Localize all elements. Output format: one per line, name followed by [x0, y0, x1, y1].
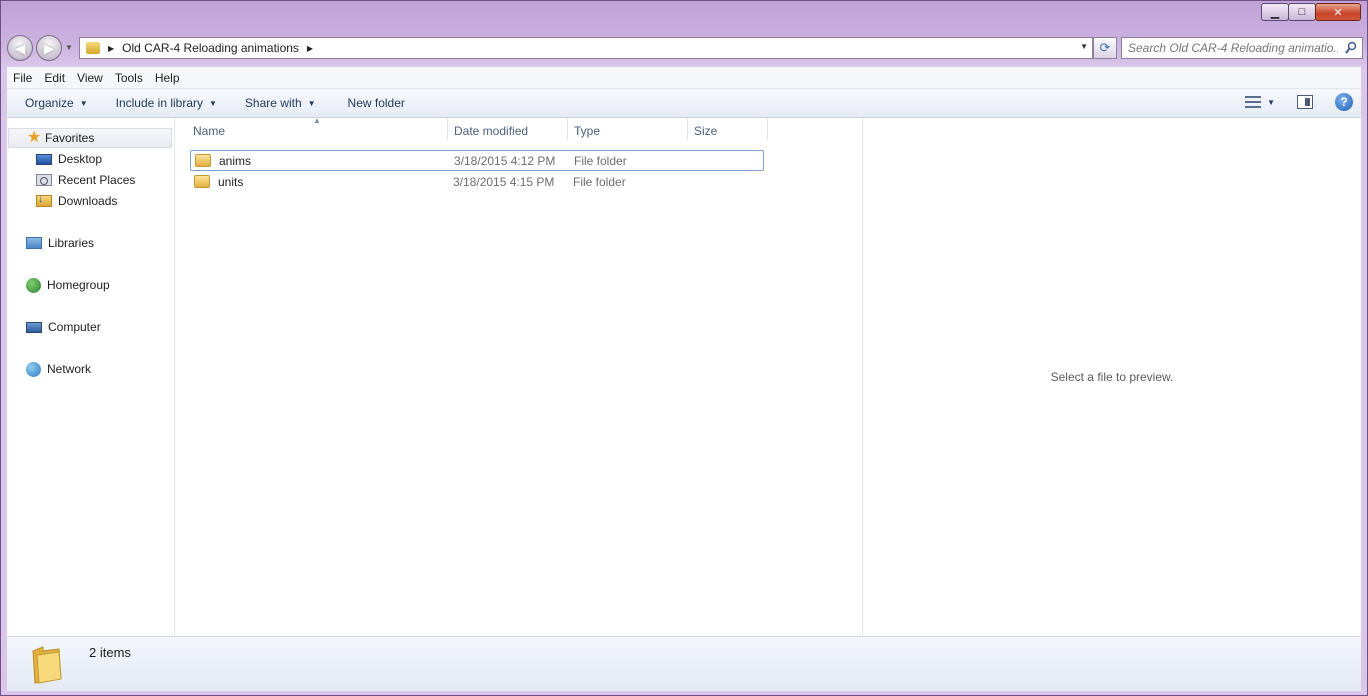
nav-label-downloads: Downloads — [58, 194, 118, 208]
preview-pane-toggle-icon[interactable] — [1297, 95, 1313, 109]
chevron-down-icon: ▼ — [307, 98, 316, 108]
menu-edit[interactable]: Edit — [38, 71, 71, 85]
explorer-window: ▁ □ ✕ ◀ ▶ ▼ ▶ Old CAR-4 Reloading animat… — [0, 0, 1368, 696]
close-icon: ✕ — [1333, 6, 1343, 19]
share-with-label: Share with — [244, 96, 302, 110]
forward-arrow-icon: ▶ — [43, 39, 55, 56]
nav-item-favorites[interactable]: ★ Favorites — [8, 128, 172, 148]
menu-tools[interactable]: Tools — [109, 71, 149, 85]
close-button[interactable]: ✕ — [1315, 3, 1361, 21]
new-folder-button[interactable]: New folder — [326, 96, 415, 110]
maximize-button[interactable]: □ — [1288, 3, 1316, 21]
nav-item-desktop[interactable]: Desktop — [36, 149, 102, 169]
file-type: File folder — [574, 153, 627, 168]
file-name: units — [218, 174, 244, 189]
file-date-modified: 3/18/2015 4:12 PM — [454, 153, 556, 168]
nav-item-computer[interactable]: Computer — [26, 317, 101, 337]
folder-icon — [195, 154, 211, 167]
breadcrumb-current-folder[interactable]: Old CAR-4 Reloading animations — [122, 41, 299, 55]
item-count: 2 items — [89, 645, 131, 660]
menu-bar: File Edit View Tools Help — [7, 67, 1361, 89]
details-pane: 2 items — [7, 636, 1361, 691]
view-options-dropdown-icon[interactable]: ▼ — [1267, 98, 1275, 107]
file-row-units[interactable]: units 3/18/2015 4:15 PM File folder — [190, 171, 764, 192]
navigation-pane: ★ Favorites Desktop Recent Places Downlo… — [7, 118, 175, 636]
column-divider[interactable] — [447, 118, 448, 140]
search-box[interactable] — [1121, 37, 1363, 59]
file-date-modified: 3/18/2015 4:15 PM — [453, 174, 555, 189]
nav-item-downloads[interactable]: Downloads — [36, 191, 117, 211]
new-folder-label: New folder — [347, 96, 405, 110]
help-icon[interactable]: ? — [1335, 93, 1353, 111]
include-in-library-label: Include in library — [115, 96, 203, 110]
back-button[interactable]: ◀ — [7, 35, 33, 61]
sort-ascending-icon: ▲ — [313, 116, 321, 125]
menu-help[interactable]: Help — [149, 71, 186, 85]
navigation-row: ◀ ▶ ▼ ▶ Old CAR-4 Reloading animations ▶… — [7, 34, 1363, 62]
command-bar: Organize ▼ Include in library ▼ Share wi… — [7, 89, 1361, 118]
homegroup-icon — [26, 277, 41, 293]
column-header-date-modified[interactable]: Date modified — [454, 124, 528, 138]
column-divider[interactable] — [567, 118, 568, 140]
column-divider[interactable] — [687, 118, 688, 140]
change-view-icon[interactable] — [1245, 96, 1262, 108]
forward-button[interactable]: ▶ — [36, 35, 62, 61]
nav-item-network[interactable]: Network — [26, 359, 91, 379]
nav-item-recent-places[interactable]: Recent Places — [36, 170, 135, 190]
nav-item-libraries[interactable]: Libraries — [26, 233, 94, 253]
downloads-icon — [36, 193, 52, 207]
include-in-library-button[interactable]: Include in library ▼ — [98, 96, 227, 110]
caption-buttons: ▁ □ ✕ — [1261, 3, 1361, 21]
libraries-icon — [26, 237, 42, 249]
view-controls: ▼ ? — [1245, 93, 1353, 111]
refresh-button[interactable]: ⟳ — [1093, 37, 1117, 59]
file-list: ▲ Name Date modified Type Size anims 3/1… — [175, 116, 863, 636]
maximize-icon: □ — [1298, 6, 1306, 18]
breadcrumb-chevron-icon[interactable]: ▶ — [307, 44, 313, 53]
organize-label: Organize — [25, 96, 74, 110]
folder-icon — [86, 42, 100, 54]
folder-icon — [194, 175, 210, 188]
desktop-icon — [36, 153, 52, 165]
address-bar[interactable]: ▶ Old CAR-4 Reloading animations ▶ ▼ — [79, 37, 1093, 59]
minimize-button[interactable]: ▁ — [1261, 3, 1289, 21]
preview-pane: Select a file to preview. — [863, 118, 1361, 636]
recent-pages-dropdown-icon[interactable]: ▼ — [65, 43, 73, 52]
computer-icon — [26, 321, 42, 333]
chevron-down-icon: ▼ — [79, 98, 88, 108]
nav-label-network: Network — [47, 362, 92, 376]
search-icon[interactable] — [1345, 41, 1357, 55]
file-type: File folder — [573, 174, 626, 189]
nav-label-desktop: Desktop — [58, 152, 103, 166]
content-area: ★ Favorites Desktop Recent Places Downlo… — [7, 116, 1361, 636]
file-row-anims[interactable]: anims 3/18/2015 4:12 PM File folder — [190, 150, 764, 171]
column-divider[interactable] — [767, 118, 768, 140]
network-icon — [26, 361, 41, 377]
column-header-size[interactable]: Size — [694, 124, 717, 138]
breadcrumb-chevron-icon[interactable]: ▶ — [108, 44, 114, 53]
organize-button[interactable]: Organize ▼ — [7, 96, 98, 110]
column-header-type[interactable]: Type — [574, 124, 600, 138]
menu-file[interactable]: File — [7, 71, 38, 85]
star-icon: ★ — [27, 129, 42, 146]
recent-places-icon — [36, 174, 52, 186]
chevron-down-icon: ▼ — [209, 98, 217, 108]
folder-icon — [32, 646, 62, 684]
nav-label-libraries: Libraries — [48, 236, 95, 250]
preview-message: Select a file to preview. — [1050, 370, 1174, 384]
search-input[interactable] — [1128, 41, 1338, 55]
nav-label-computer: Computer — [48, 320, 101, 334]
nav-label-recent-places: Recent Places — [58, 173, 136, 187]
address-dropdown-icon[interactable]: ▼ — [1080, 42, 1088, 51]
nav-label-homegroup: Homegroup — [47, 278, 110, 292]
column-header-name[interactable]: Name — [193, 124, 225, 138]
share-with-button[interactable]: Share with ▼ — [227, 96, 326, 110]
back-arrow-icon: ◀ — [14, 39, 26, 56]
nav-item-homegroup[interactable]: Homegroup — [26, 275, 110, 295]
nav-label-favorites: Favorites — [45, 131, 95, 145]
refresh-icon: ⟳ — [1099, 40, 1111, 55]
file-name: anims — [219, 153, 252, 168]
menu-view[interactable]: View — [71, 71, 109, 85]
minimize-icon: ▁ — [1270, 6, 1280, 19]
